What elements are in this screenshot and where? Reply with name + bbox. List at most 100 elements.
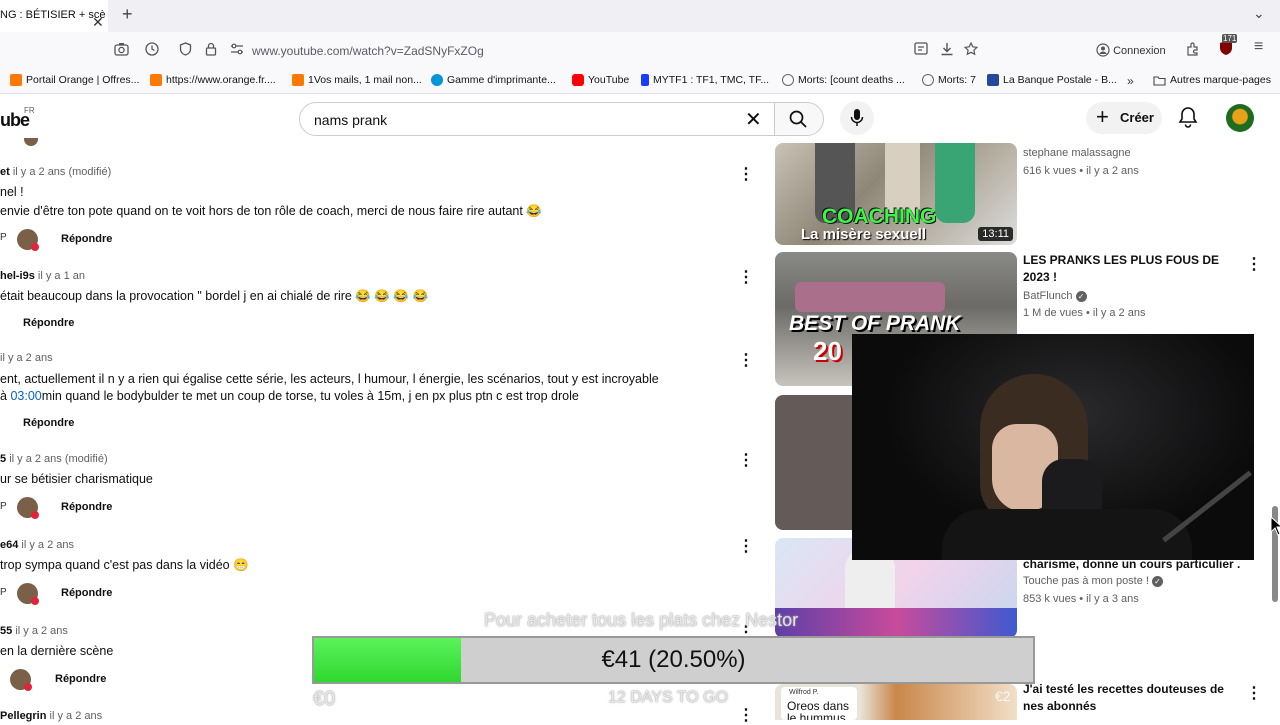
navigation-bar: www.youtube.com/watch?v=ZadSNyFxZOg Conn…	[0, 32, 1280, 70]
bookmarks-toolbar: Portail Orange | Offres... https://www.o…	[0, 70, 1280, 94]
comment-author[interactable]: et	[0, 166, 10, 178]
search-box[interactable]: nams prank ✕	[299, 102, 775, 136]
comment-author[interactable]: Pellegrin	[0, 710, 46, 722]
like-icon[interactable]: P	[0, 501, 7, 512]
bookmark-star-icon[interactable]	[963, 41, 979, 59]
bookmark-label: Portail Orange | Offres...	[26, 74, 140, 86]
create-button[interactable]: + Créer	[1086, 102, 1162, 134]
comment-author[interactable]: 5	[0, 453, 6, 465]
video-thumbnail[interactable]: Wilfrod P. Oreos dans le hummus €2	[775, 684, 1017, 720]
download-icon[interactable]	[940, 42, 954, 59]
comment-author[interactable]: hel-i9s	[0, 270, 35, 282]
comment-time[interactable]: il y a 2 ans (modifié)	[9, 453, 107, 465]
comment-header: hel-i9s il y a 1 an	[0, 270, 85, 282]
more-options-icon[interactable]: ⋮	[738, 705, 754, 725]
comment-time[interactable]: il y a 2 ans	[21, 539, 74, 551]
verified-icon: ✓	[1152, 576, 1164, 587]
page-scrollbar[interactable]	[1272, 96, 1278, 720]
active-tab[interactable]: NG : BÉTISIER + scè ✕	[0, 0, 108, 32]
history-icon[interactable]	[145, 42, 159, 59]
channel-name[interactable]: stephane malassagne	[1023, 147, 1131, 159]
more-options-icon[interactable]: ⋮	[1246, 254, 1262, 274]
bookmark-item[interactable]: Portail Orange | Offres...	[10, 74, 139, 86]
search-button[interactable]	[774, 102, 824, 136]
other-bookmarks[interactable]: Autres marque-pages	[1153, 74, 1271, 86]
comment-header: Pellegrin il y a 2 ans	[0, 710, 102, 722]
comment-time[interactable]: il y a 2 ans (modifié)	[13, 166, 111, 178]
bookmark-item[interactable]: Morts: [count deaths ...	[782, 74, 905, 86]
comment-time[interactable]: il y a 1 an	[38, 270, 85, 282]
shield-icon[interactable]	[179, 42, 192, 59]
bookmark-favicon-icon	[292, 74, 304, 86]
comment-author[interactable]: 55	[0, 625, 12, 637]
channel-name[interactable]: Touche pas à mon poste ! ✓	[1023, 575, 1164, 587]
more-options-icon[interactable]: ⋮	[738, 450, 754, 470]
reply-button[interactable]: Répondre	[61, 587, 112, 599]
comment-text-line: à 03:00min quand le bodybulder te met un…	[0, 389, 579, 403]
reader-view-icon[interactable]	[914, 42, 928, 58]
reply-button[interactable]: Répondre	[23, 317, 74, 329]
thumb-caption: 20	[813, 336, 842, 366]
bookmark-label: 1Vos mails, 1 mail non...	[308, 74, 422, 86]
comment-time[interactable]: il y a 2 ans	[0, 352, 53, 364]
reply-button[interactable]: Répondre	[61, 233, 112, 245]
comment-header: e64 il y a 2 ans	[0, 539, 74, 551]
comment-text: trop sympa quand c'est pas dans la vidéo…	[0, 558, 249, 572]
more-options-icon[interactable]: ⋮	[738, 350, 754, 370]
voice-search-button[interactable]	[840, 101, 874, 135]
comment-text: envie d'être ton pote quand on te voit h…	[0, 204, 542, 218]
screenshot-icon[interactable]	[114, 42, 129, 59]
bookmark-item[interactable]: YouTube	[572, 74, 629, 86]
login-button[interactable]: Connexion	[1096, 40, 1166, 62]
bookmark-label: YouTube	[588, 74, 630, 86]
comment-header: 55 il y a 2 ans	[0, 625, 68, 637]
channel-name[interactable]: BatFlunch ✓	[1023, 290, 1087, 302]
close-tab-icon[interactable]: ✕	[92, 7, 104, 32]
video-title[interactable]: J'ai testé les recettes douteuses de nes…	[1023, 681, 1241, 715]
bookmark-item[interactable]: MYTF1 : TF1, TMC, TF...	[641, 74, 769, 86]
search-input[interactable]: nams prank	[314, 112, 387, 128]
comment-time[interactable]: il y a 2 ans	[50, 710, 103, 722]
url-field[interactable]: www.youtube.com/watch?v=ZadSNyFxZOg	[252, 44, 484, 58]
more-options-icon[interactable]: ⋮	[738, 164, 754, 184]
comment-text: en la dernière scène	[0, 644, 114, 658]
tab-title: NG : BÉTISIER + scè	[0, 9, 106, 21]
timestamp-link[interactable]: 03:00	[10, 389, 41, 403]
plus-icon: +	[1096, 104, 1109, 129]
bookmark-label: Morts: [count deaths ...	[798, 74, 905, 86]
video-meta: 616 k vues • il y a 2 ans	[1023, 165, 1139, 177]
reply-button[interactable]: Répondre	[61, 501, 112, 513]
extensions-icon[interactable]	[1186, 42, 1200, 59]
menu-icon[interactable]: ≡	[1254, 38, 1263, 56]
thumb-figure	[775, 608, 1017, 638]
bookmark-item[interactable]: La Banque Postale - B...	[987, 74, 1117, 86]
bookmark-favicon-icon	[572, 74, 584, 86]
globe-icon	[922, 74, 934, 86]
more-options-icon[interactable]: ⋮	[738, 267, 754, 287]
donation-progress-bar: €41 (20.50%)	[312, 636, 1035, 684]
permissions-icon[interactable]	[230, 42, 244, 58]
chevron-right-icon[interactable]: »	[1127, 74, 1134, 88]
like-icon[interactable]: P	[0, 587, 7, 598]
clear-search-icon[interactable]: ✕	[745, 107, 762, 132]
bookmark-item[interactable]: Morts: 7	[922, 74, 976, 86]
bookmark-item[interactable]: 1Vos mails, 1 mail non...	[292, 74, 422, 86]
more-options-icon[interactable]: ⋮	[1246, 683, 1262, 703]
lock-icon[interactable]	[205, 42, 217, 59]
bookmark-item[interactable]: Gamme d'imprimante...	[431, 74, 556, 86]
comment-time[interactable]: il y a 2 ans	[15, 625, 68, 637]
new-tab-icon[interactable]: +	[122, 4, 133, 25]
account-avatar[interactable]	[1226, 104, 1254, 132]
video-title[interactable]: LES PRANKS LES PLUS FOUS DE 2023 !	[1023, 252, 1241, 286]
comment-author[interactable]: e64	[0, 539, 18, 551]
bookmark-item[interactable]: https://www.orange.fr....	[150, 74, 276, 86]
comment-text: nel !	[0, 185, 24, 199]
more-options-icon[interactable]: ⋮	[738, 536, 754, 556]
reply-button[interactable]: Répondre	[55, 673, 106, 685]
like-icon[interactable]: P	[0, 232, 7, 243]
notifications-bell-icon[interactable]	[1178, 106, 1198, 133]
verified-icon: ✓	[1075, 291, 1087, 302]
chevron-down-icon[interactable]: ⌄	[1253, 5, 1265, 22]
video-thumbnail[interactable]: COACHING La misère sexuell 13:11	[775, 143, 1017, 245]
reply-button[interactable]: Répondre	[23, 417, 74, 429]
